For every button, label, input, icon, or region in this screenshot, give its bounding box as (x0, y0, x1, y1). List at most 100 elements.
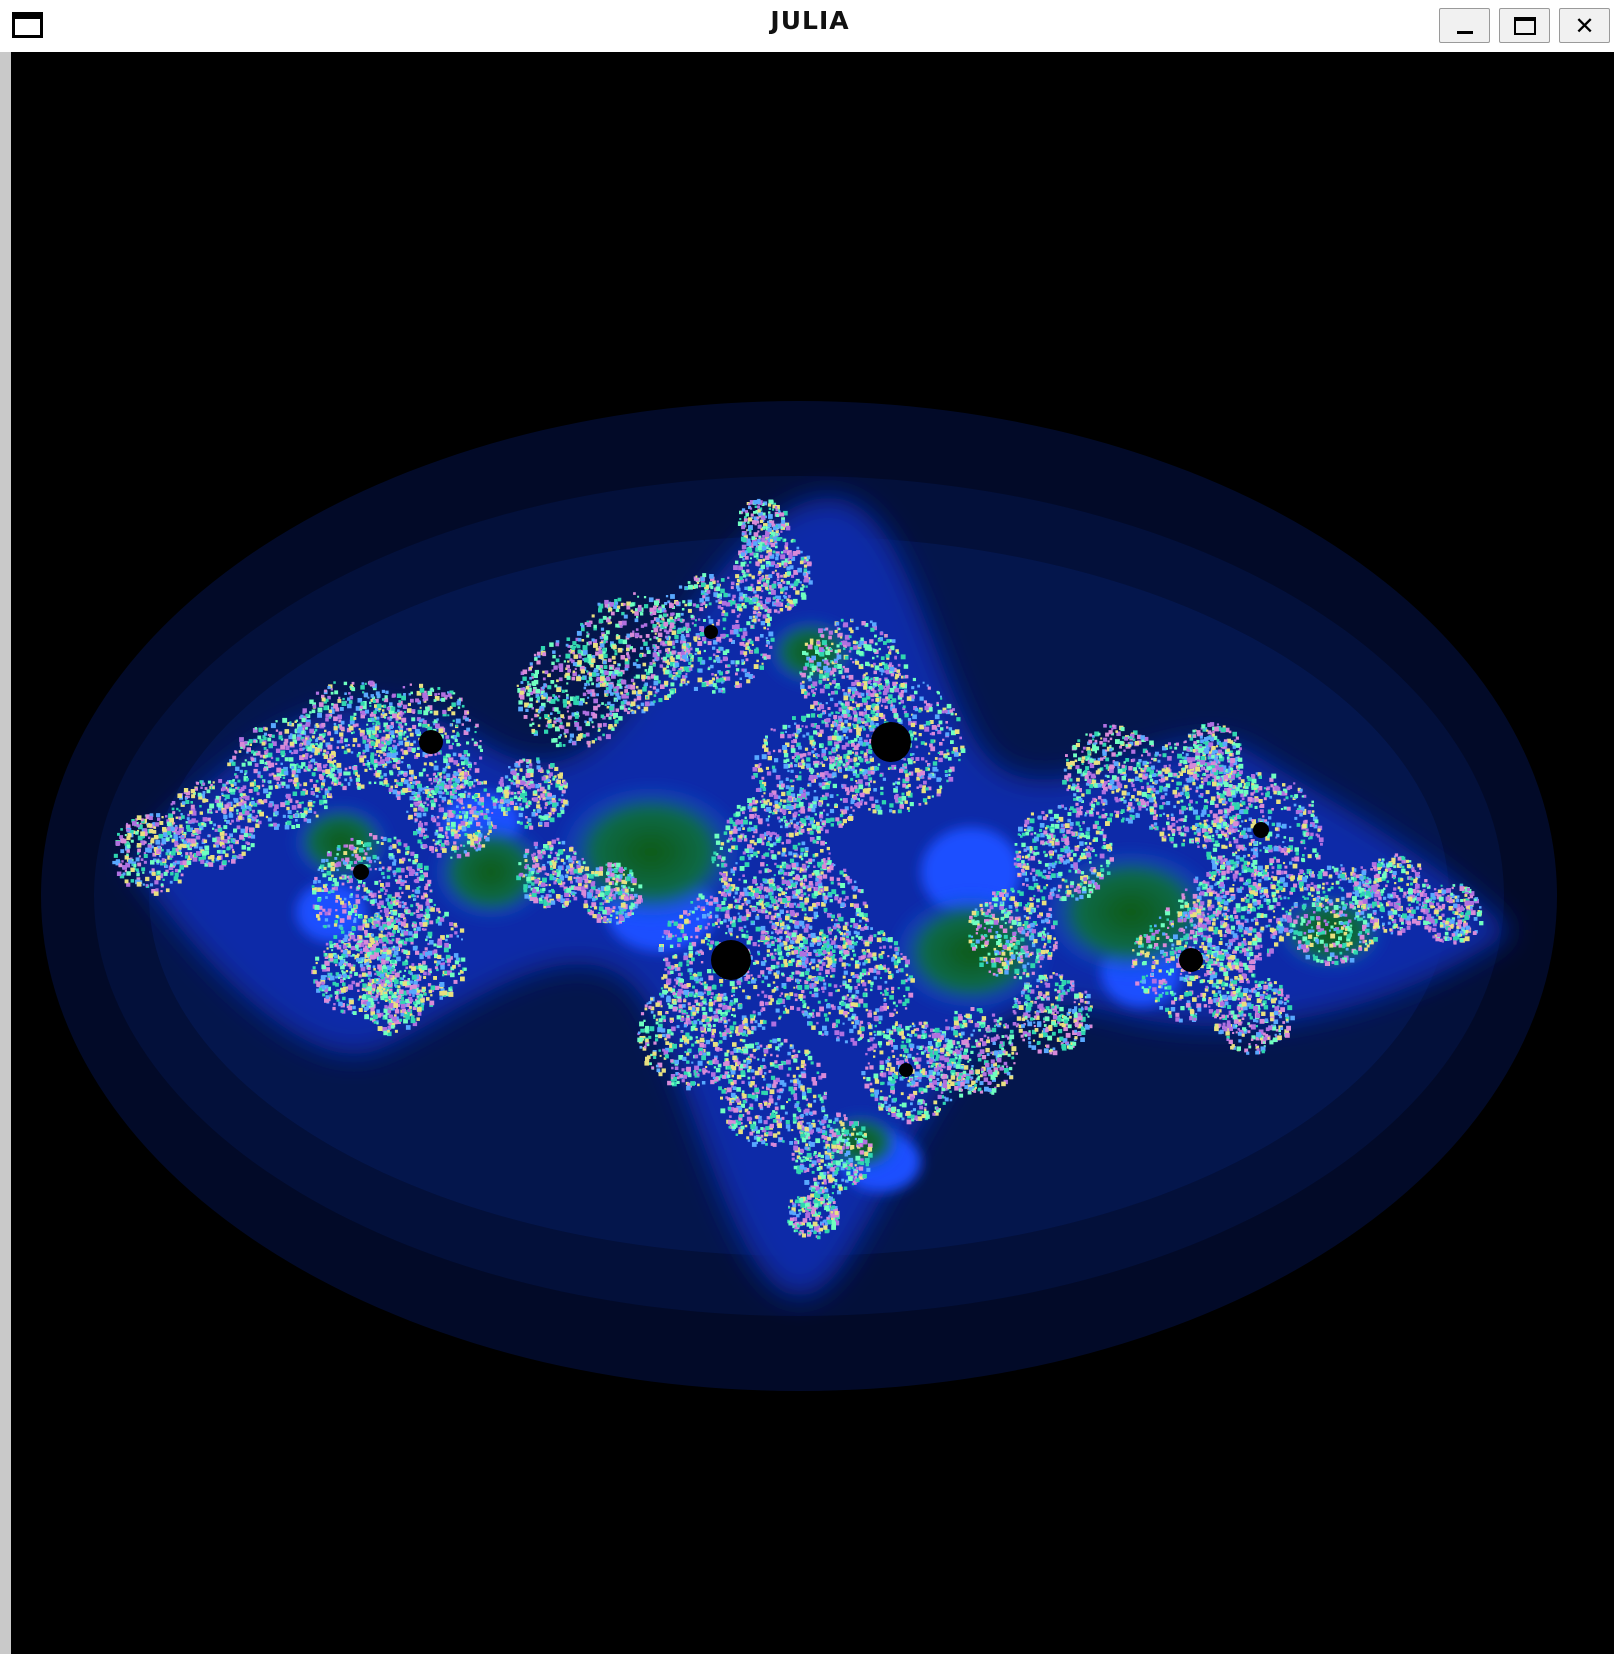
fractal-speckle (692, 603, 697, 607)
fractal-speckle (357, 884, 361, 888)
fractal-speckle (349, 778, 353, 782)
fractal-speckle (275, 720, 278, 723)
fractal-speckle (245, 841, 249, 845)
fractal-speckle (568, 650, 572, 653)
fractal-speckle (708, 602, 712, 606)
fractal-speckle (419, 688, 425, 693)
fractal-speckle (252, 809, 255, 813)
fractal-speckle (529, 676, 532, 680)
fractal-speckle (446, 818, 451, 822)
fractal-speckle (329, 940, 333, 945)
fractal-speckle (374, 753, 377, 756)
fractal-speckle (775, 545, 778, 549)
fractal-speckle (685, 587, 688, 590)
fractal-speckle (332, 777, 337, 782)
fractal-speckle (229, 812, 232, 815)
fractal-speckle (657, 632, 663, 637)
fractal-speckle (771, 590, 776, 595)
fractal-speckle (241, 851, 246, 856)
fractal-speckle (378, 880, 382, 883)
fractal-speckle (725, 671, 729, 675)
fractal-speckle (326, 870, 332, 876)
fractal-speckle (116, 871, 122, 876)
fractal-speckle (733, 629, 739, 635)
fractal-speckle (284, 729, 290, 734)
title-bar[interactable]: JULIA ✕ (0, 0, 1614, 53)
fractal-speckle (389, 856, 393, 860)
fractal-speckle (431, 790, 434, 794)
fractal-speckle (581, 676, 585, 680)
fractal-speckle (463, 967, 467, 971)
fractal-speckle (331, 874, 334, 878)
close-icon: ✕ (1574, 11, 1595, 40)
close-button[interactable]: ✕ (1559, 8, 1610, 43)
fractal-speckle (687, 581, 691, 584)
fractal-speckle (785, 547, 788, 550)
fractal-speckle (291, 825, 296, 829)
fractal-speckle (698, 618, 701, 621)
fractal-speckle (746, 564, 749, 567)
fractal-speckle (307, 746, 313, 752)
minimize-button[interactable] (1439, 8, 1490, 43)
fractal-speckle (448, 745, 453, 750)
fractal-speckle (314, 728, 318, 732)
fractal-speckle (387, 866, 392, 871)
fractal-speckle (325, 942, 329, 946)
fractal-speckle (420, 874, 425, 879)
fractal-speckle (587, 696, 590, 699)
fractal-speckle (231, 761, 236, 766)
fractal-speckle (428, 989, 432, 994)
fractal-speckle (491, 812, 494, 814)
fractal-speckle (400, 1003, 406, 1009)
fractal-speckle (586, 634, 590, 638)
fractal-speckle (731, 609, 736, 614)
fractal-speckle (389, 771, 394, 776)
fractal-speckle (170, 826, 175, 832)
fractal-speckle (447, 963, 450, 967)
fractal-speckle (586, 721, 589, 724)
fractal-speckle (626, 647, 630, 652)
fractal-speckle (398, 943, 403, 948)
fractal-speckle (438, 778, 442, 782)
fractal-speckle (595, 665, 600, 669)
fractal-speckle (558, 719, 562, 723)
fractal-speckle (422, 791, 425, 794)
fractal-speckle (433, 710, 439, 716)
fractal-speckle (395, 784, 399, 787)
fractal-speckle (768, 631, 774, 637)
fractal-speckle (531, 722, 535, 725)
fractal-speckle (434, 846, 438, 850)
fractal-speckle (136, 872, 140, 877)
fractal-speckle (345, 857, 350, 862)
fractal-speckle (591, 614, 595, 618)
fractal-speckle (425, 938, 428, 942)
fractal-speckle (559, 667, 564, 672)
fractal-speckle (330, 691, 334, 695)
fractal-speckle (434, 693, 438, 696)
fractal-speckle (708, 679, 713, 684)
fractal-speckle (445, 938, 448, 942)
maximize-button[interactable] (1499, 8, 1550, 43)
fractal-speckle (318, 987, 322, 991)
fractal-speckle (695, 647, 699, 652)
fractal-speckle (742, 549, 745, 553)
fractal-speckle (284, 757, 289, 762)
fractal-speckle (452, 752, 457, 757)
fractal-canvas[interactable] (11, 52, 1614, 1654)
fractal-speckle (554, 684, 558, 688)
fractal-speckle (771, 571, 775, 574)
fractal-speckle (597, 736, 602, 740)
fractal-speckle (145, 876, 150, 882)
fractal-speckle (640, 702, 645, 707)
fractal-speckle (165, 837, 170, 842)
fractal-speckle (747, 586, 753, 591)
fractal-speckle (253, 779, 256, 782)
fractal-speckle (675, 601, 679, 605)
fractal-speckle (196, 835, 201, 840)
fractal-speckle (398, 732, 403, 736)
fractal-speckle (343, 750, 348, 755)
fractal-speckle (320, 785, 324, 789)
fractal-speckle (382, 711, 385, 715)
fractal-speckle (366, 889, 370, 894)
fractal-speckle (210, 783, 213, 787)
